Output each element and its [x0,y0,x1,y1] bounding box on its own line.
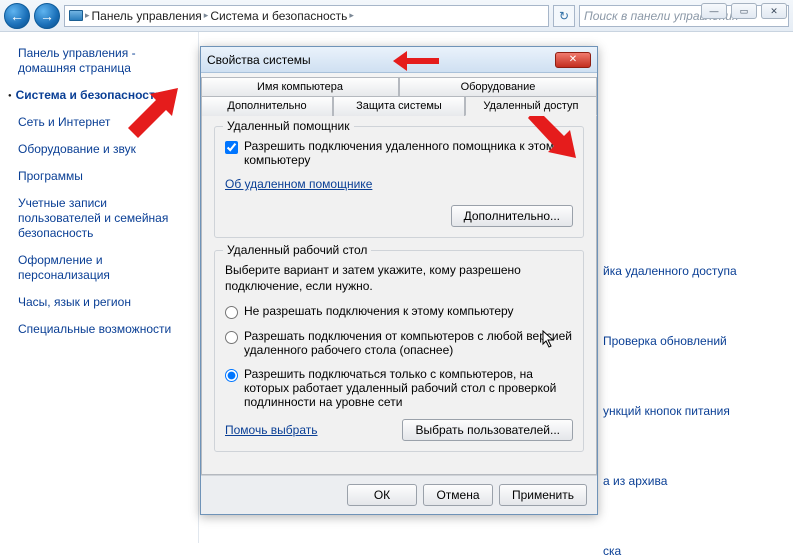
dialog-close-button[interactable]: ✕ [555,52,591,68]
group-legend: Удаленный помощник [223,119,354,133]
partial-link[interactable]: а из архива [603,474,783,488]
tab-strip: Имя компьютера Оборудование Дополнительн… [201,73,597,116]
sidebar-item-system-security[interactable]: Система и безопасность [18,88,190,103]
radio-dont-allow-label: Не разрешать подключения к этому компьют… [244,304,514,318]
tab-hardware[interactable]: Оборудование [399,77,597,96]
nav-toolbar: ← → ▸ Панель управления ▸ Система и безо… [0,0,793,32]
sidebar-item-appearance[interactable]: Оформление и персонализация [18,253,190,283]
dialog-title-text: Свойства системы [207,53,311,67]
sidebar-item-hardware-sound[interactable]: Оборудование и звук [18,142,190,157]
apply-button[interactable]: Применить [499,484,587,506]
sidebar: Панель управления - домашняя страница Си… [0,32,198,543]
radio-allow-nla-label: Разрешить подключаться только с компьюте… [244,367,573,409]
dialog-titlebar[interactable]: Свойства системы ✕ [201,47,597,73]
mouse-cursor-icon [542,330,558,353]
ok-button[interactable]: ОК [347,484,417,506]
maximize-button[interactable]: ▭ [731,3,757,19]
tab-panel-remote: Удаленный помощник Разрешить подключения… [201,115,597,475]
allow-remote-assistance-checkbox[interactable] [225,141,238,154]
control-panel-icon [69,10,83,21]
partial-link[interactable]: ска [603,544,783,558]
help-choose-link[interactable]: Помочь выбрать [225,423,318,437]
sidebar-item-ease-of-access[interactable]: Специальные возможности [18,322,190,337]
partial-link[interactable]: Проверка обновлений [603,334,783,348]
group-remote-desktop: Удаленный рабочий стол Выберите вариант … [214,250,584,452]
cancel-button[interactable]: Отмена [423,484,493,506]
radio-allow-any[interactable] [225,331,238,344]
radio-dont-allow[interactable] [225,306,238,319]
sidebar-item-programs[interactable]: Программы [18,169,190,184]
allow-remote-assistance-label: Разрешить подключения удаленного помощни… [244,139,573,167]
radio-allow-nla[interactable] [225,369,238,382]
breadcrumb-item[interactable]: Панель управления ▸ [92,9,209,23]
sidebar-item-network[interactable]: Сеть и Интернет [18,115,190,130]
back-button[interactable]: ← [4,3,30,29]
about-remote-assistance-link[interactable]: Об удаленном помощнике [225,177,372,191]
location-bar[interactable]: ▸ Панель управления ▸ Система и безопасн… [64,5,549,27]
select-users-button[interactable]: Выбрать пользователей... [402,419,573,441]
group-legend: Удаленный рабочий стол [223,243,371,257]
sidebar-item-home[interactable]: Панель управления - домашняя страница [18,46,190,76]
minimize-button[interactable]: — [701,3,727,19]
sidebar-item-clock-language[interactable]: Часы, язык и регион [18,295,190,310]
system-properties-dialog: Свойства системы ✕ Имя компьютера Оборуд… [200,46,598,515]
sidebar-item-user-accounts[interactable]: Учетные записи пользователей и семейная … [18,196,190,241]
partial-link[interactable]: ункций кнопок питания [603,404,783,418]
close-window-button[interactable]: ✕ [761,3,787,19]
radio-allow-any-label: Разрешать подключения от компьютеров с л… [244,329,573,357]
tab-advanced[interactable]: Дополнительно [201,96,333,116]
partial-link[interactable]: йка удаленного доступа [603,264,783,278]
group-description: Выберите вариант и затем укажите, кому р… [225,263,573,294]
tab-remote[interactable]: Удаленный доступ [465,96,597,116]
tab-computer-name[interactable]: Имя компьютера [201,77,399,96]
forward-button[interactable]: → [34,3,60,29]
breadcrumb-item[interactable]: Система и безопасность ▸ [210,9,354,23]
background-links: йка удаленного доступа Проверка обновлен… [603,32,783,558]
dialog-footer: ОК Отмена Применить [201,475,597,514]
tab-system-protection[interactable]: Защита системы [333,96,465,116]
group-remote-assistance: Удаленный помощник Разрешить подключения… [214,126,584,238]
remote-assistance-advanced-button[interactable]: Дополнительно... [451,205,573,227]
refresh-button[interactable]: ↻ [553,5,575,27]
